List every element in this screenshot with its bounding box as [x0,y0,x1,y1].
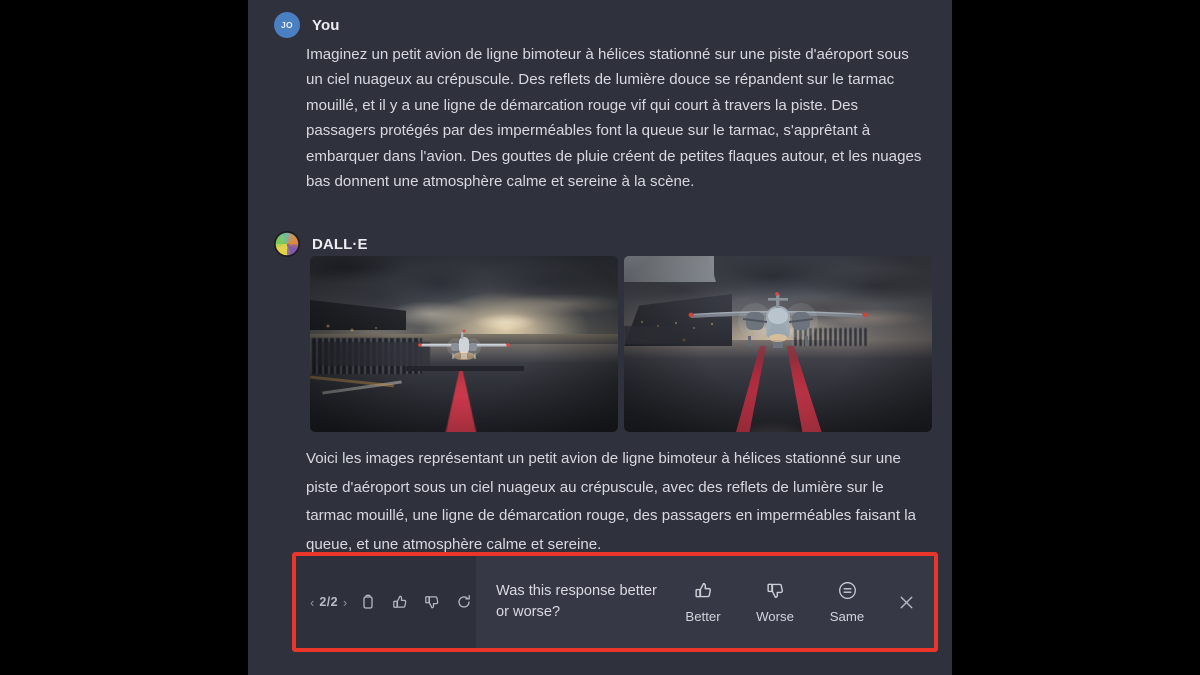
assistant-message-header-block: DALL·E [248,231,952,257]
close-icon[interactable] [894,590,918,614]
next-response-button[interactable]: › [343,595,347,610]
copy-icon[interactable] [357,591,379,613]
rate-worse-label: Worse [756,608,794,624]
thumbs-up-icon [694,581,713,600]
rate-better-button[interactable]: Better [680,581,726,624]
generated-image-1[interactable] [310,256,618,432]
sender-name-user: You [312,16,340,34]
image1-vignette [310,256,618,432]
message-action-strip: ‹ 2/2 › [296,556,476,648]
thumbs-down-icon [766,581,785,600]
thumbs-down-icon[interactable] [421,591,443,613]
feedback-question: Was this response better or worse? [496,583,657,620]
rating-button-group: Better Worse Same [680,581,870,624]
equals-circle-icon [838,581,857,600]
feedback-toolbar: ‹ 2/2 › Was this response better or wors… [292,552,938,652]
assistant-message-header: DALL·E [274,231,952,257]
dalle-color-wheel-icon[interactable] [274,231,300,257]
image2-vignette [624,256,932,432]
feedback-panel: Was this response better or worse? Bette… [476,556,934,648]
user-message-header: JO You [274,12,952,38]
prev-response-button[interactable]: ‹ [310,595,314,610]
rate-same-label: Same [829,608,865,624]
response-pagination: ‹ 2/2 › [310,595,347,610]
rate-better-label: Better [685,608,721,624]
screenshot-root: JO You Imaginez un petit avion de ligne … [0,0,1200,675]
user-message-text: Imaginez un petit avion de ligne bimoteu… [306,46,922,191]
rate-worse-button[interactable]: Worse [752,581,798,624]
response-count-label: 2/2 [319,595,338,609]
avatar[interactable]: JO [274,12,300,38]
user-message-block: JO You Imaginez un petit avion de ligne … [248,12,952,194]
thumbs-up-icon[interactable] [389,591,411,613]
generated-image-row [310,256,932,432]
regenerate-icon[interactable] [453,591,475,613]
assistant-message-block: Voici les images représentant un petit a… [248,441,952,559]
rate-same-button[interactable]: Same [824,581,870,624]
sender-name-assistant: DALL·E [312,235,368,253]
generated-image-2[interactable] [624,256,932,432]
assistant-message-text: Voici les images représentant un petit a… [306,450,916,553]
